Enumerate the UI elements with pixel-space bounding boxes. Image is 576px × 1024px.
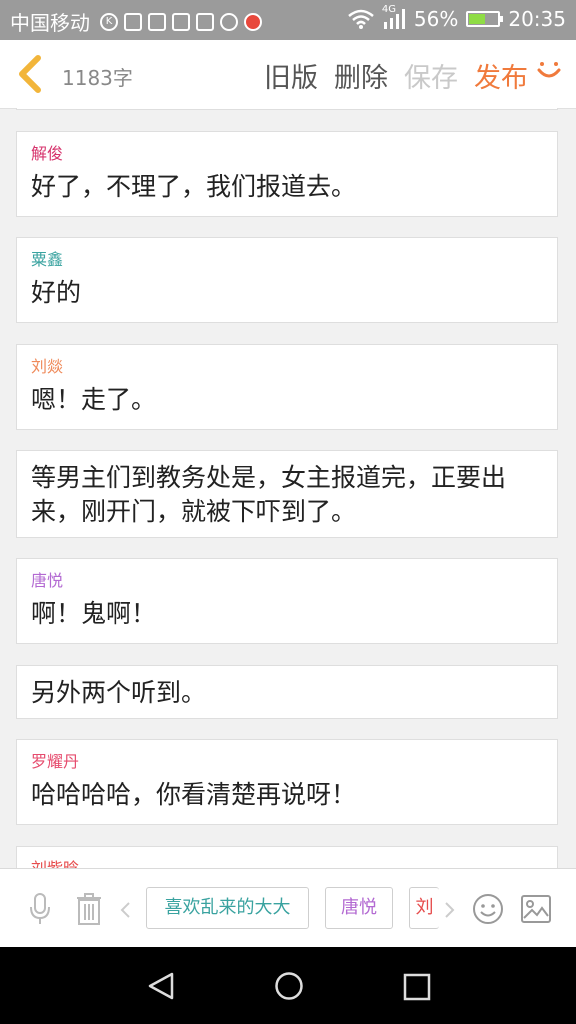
back-arrow-icon[interactable]: [14, 54, 48, 94]
navigation-bar: [0, 947, 576, 1024]
recents-nav-icon[interactable]: [403, 973, 431, 1001]
iqiyi-icon: [148, 12, 166, 31]
character-chip[interactable]: 刘: [409, 887, 439, 929]
video-icon: [244, 12, 262, 31]
clock: 20:35: [508, 7, 566, 31]
k-icon: K: [100, 12, 118, 31]
message-text: 好了，不理了，我们报道去。: [31, 172, 357, 201]
character-chip[interactable]: 喜欢乱来的大大: [146, 887, 309, 929]
message-text: 好的: [31, 278, 82, 307]
speaker-name: 唐悦: [31, 571, 64, 590]
message-card[interactable]: 另外两个听到。: [16, 665, 558, 719]
microphone-icon[interactable]: [28, 893, 52, 925]
publish-button[interactable]: 发布: [474, 56, 528, 95]
message-card[interactable]: 等男主们到教务处是，女主报道完，正要出来，刚开门，就被下吓到了。: [16, 450, 558, 538]
chevron-right-icon[interactable]: [443, 901, 457, 919]
message-text: 另外两个听到。: [31, 678, 207, 707]
message-text: 等男主们到教务处是，女主报道完，正要出来，刚开门，就被下吓到了。: [31, 463, 507, 526]
home-nav-icon[interactable]: [274, 971, 304, 1001]
status-bar: 中国移动 K 4G 56% 20:35: [0, 0, 576, 40]
message-text: 哈哈哈哈，你看清楚再说呀！: [31, 780, 357, 809]
back-nav-icon[interactable]: [146, 971, 176, 1001]
message-card[interactable]: 罗耀丹 哈哈哈哈，你看清楚再说呀！: [16, 739, 558, 825]
emoji-icon[interactable]: [472, 893, 504, 925]
speaker-name: 罗耀丹: [31, 752, 80, 771]
wifi-icon: [348, 9, 374, 29]
save-button[interactable]: 保存: [404, 56, 458, 95]
iqiyi-icon-2: [172, 12, 190, 31]
message-card[interactable]: 解俊 好了，不理了，我们报道去。: [16, 131, 558, 217]
chat-icon: [220, 12, 238, 31]
battery-percent: 56%: [413, 7, 459, 31]
app-icon: [196, 12, 214, 31]
old-version-button[interactable]: 旧版: [264, 56, 318, 95]
message-card[interactable]: 刘紫晗: [16, 846, 558, 868]
message-list[interactable]: 解俊 好了，不理了，我们报道去。 粟鑫 好的 刘燚 嗯！走了。 等男主们到教务处…: [0, 108, 576, 868]
bottom-toolbar: 喜欢乱来的大大 唐悦 刘: [0, 868, 576, 948]
message-card[interactable]: 唐悦 啊！鬼啊！: [16, 558, 558, 644]
image-icon: [124, 12, 142, 31]
speaker-name: 粟鑫: [31, 250, 64, 269]
speaker-name: 刘燚: [31, 357, 64, 376]
trash-icon[interactable]: [76, 893, 102, 925]
image-upload-icon[interactable]: [521, 895, 551, 923]
message-card[interactable]: 粟鑫 好的: [16, 237, 558, 323]
message-text: 嗯！走了。: [31, 385, 157, 414]
message-text: 啊！鬼啊！: [31, 599, 157, 628]
chevron-left-icon[interactable]: [118, 901, 132, 919]
speaker-name: 解俊: [31, 144, 64, 163]
carrier-label: 中国移动: [10, 11, 90, 35]
message-card[interactable]: [16, 108, 558, 110]
word-count: 1183字: [62, 66, 133, 90]
speaker-name: 刘紫晗: [31, 859, 543, 868]
message-card[interactable]: 刘燚 嗯！走了。: [16, 344, 558, 430]
editor-header: 1183字 旧版 删除 保存 发布: [0, 40, 576, 109]
character-chip[interactable]: 唐悦: [325, 887, 393, 929]
signal-icon: 4G: [382, 4, 406, 30]
smile-icon: [537, 62, 561, 78]
delete-button[interactable]: 删除: [334, 56, 388, 95]
battery-icon: [466, 11, 504, 27]
